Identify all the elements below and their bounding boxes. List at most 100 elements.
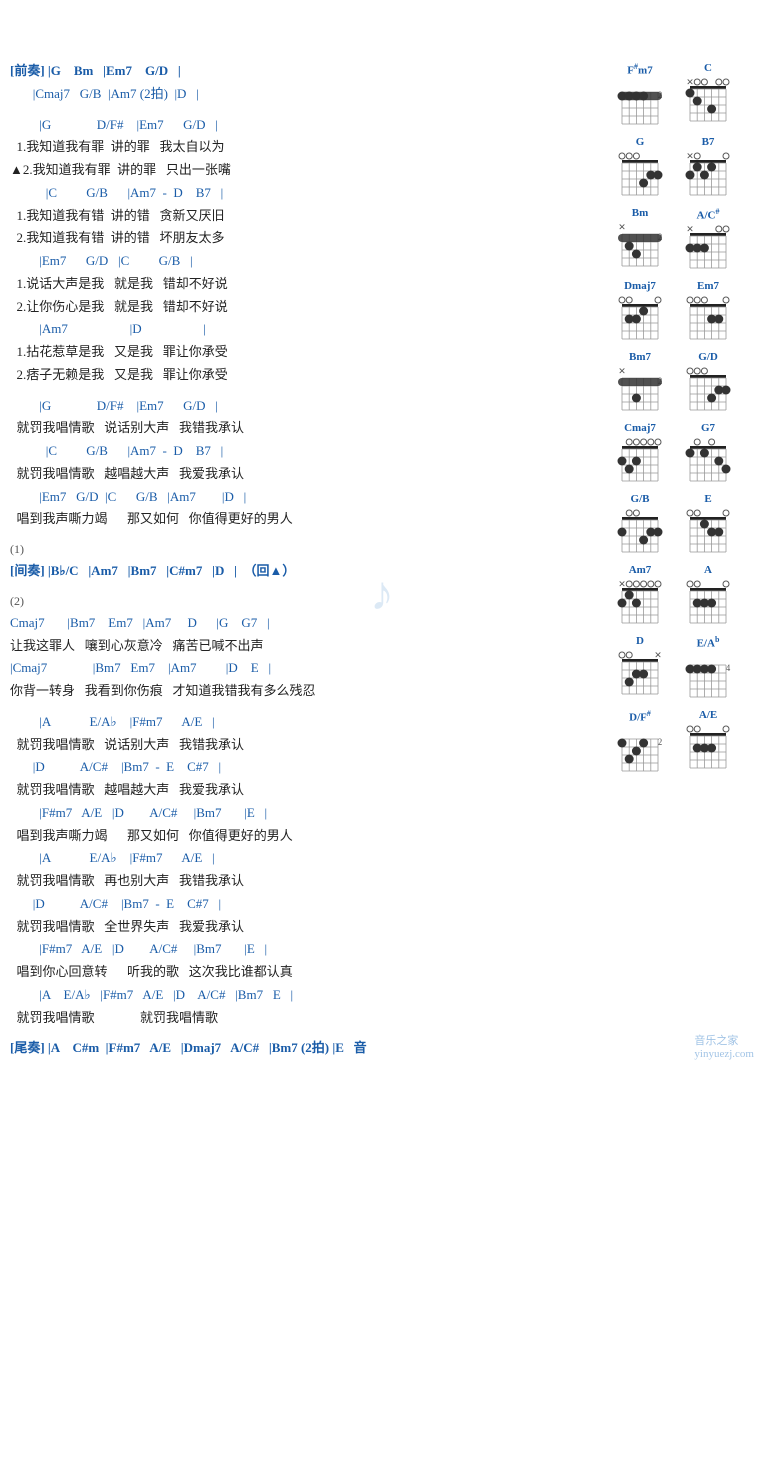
lyric-line: 让我这罪人 嚷到心灰意冷 痛苦已喊不出声 bbox=[10, 635, 600, 658]
diagram-DF: D/F# 2 bbox=[610, 709, 670, 777]
lyric-line: Cmaj7 |Bm7 Em7 |Am7 D |G G7 | bbox=[10, 612, 600, 635]
chord-name: D/F# bbox=[629, 709, 651, 724]
chord-name: G7 bbox=[701, 422, 715, 434]
diagram-G: G bbox=[610, 136, 670, 201]
lyric-line: |Cmaj7 |Bm7 Em7 |Am7 |D E | bbox=[10, 657, 600, 680]
chord-diagram-svg bbox=[614, 149, 666, 201]
empty-line bbox=[10, 387, 600, 395]
lyric-line: |Em7 G/D |C G/B | bbox=[10, 250, 600, 273]
chord-diagram-svg: ✕ bbox=[682, 75, 734, 127]
diagram-AE: A/E bbox=[678, 709, 738, 777]
diagram-row: Cmaj7 G7 bbox=[610, 422, 754, 487]
chord-name: B7 bbox=[702, 136, 715, 148]
lyric-line: 1.拈花惹草是我 又是我 罪让你承受 bbox=[10, 341, 600, 364]
lyric-line: |G D/F# |Em7 G/D | bbox=[10, 114, 600, 137]
chord-name: D bbox=[636, 635, 644, 647]
chord-name: A/E bbox=[699, 709, 717, 721]
chord-name: A/C# bbox=[697, 207, 720, 222]
svg-text:✕: ✕ bbox=[618, 579, 626, 589]
svg-text:✕: ✕ bbox=[686, 151, 694, 161]
lyric-line: [尾奏] |A C#m |F#m7 A/E |Dmaj7 A/C# |Bm7 (… bbox=[10, 1037, 600, 1060]
chord-name: E/Ab bbox=[697, 635, 720, 650]
svg-text:✕: ✕ bbox=[618, 366, 626, 376]
chord-name: E bbox=[704, 493, 711, 505]
lyric-line: |G D/F# |Em7 G/D | bbox=[10, 395, 600, 418]
lyric-line: |A E/A♭ |F#m7 A/E | bbox=[10, 711, 600, 734]
lyric-line: |D A/C# |Bm7 - E C#7 | bbox=[10, 756, 600, 779]
lyric-line: 1.我知道我有错 讲的错 贪新又厌旧 bbox=[10, 205, 600, 228]
chord-diagram-svg: ✕ bbox=[614, 577, 666, 629]
lyric-line: 2.痞子无赖是我 又是我 罪让你承受 bbox=[10, 364, 600, 387]
chord-diagram-svg bbox=[682, 435, 734, 487]
diagram-Am7: Am7✕ bbox=[610, 564, 670, 629]
diagram-D: D✕ bbox=[610, 635, 670, 703]
lyrics-chords: [前奏] |G Bm |Em7 G/D | |Cmaj7 G/B |Am7 (2… bbox=[10, 60, 606, 1060]
chord-name: Cmaj7 bbox=[624, 422, 656, 434]
diagram-row: F#m72C✕ bbox=[610, 62, 754, 130]
lyric-line: |F#m7 A/E |D A/C# |Bm7 |E | bbox=[10, 802, 600, 825]
lyric-line: [间奏] |B♭/C |Am7 |Bm7 |C#m7 |D | （回▲） bbox=[10, 560, 600, 583]
diagram-AC: A/C#✕ bbox=[678, 207, 738, 275]
chord-diagram-svg bbox=[682, 293, 734, 345]
empty-line bbox=[10, 1029, 600, 1037]
lyric-line: 就罚我唱情歌 说话别大声 我错我承认 bbox=[10, 417, 600, 440]
chord-name: G bbox=[636, 136, 645, 148]
diagram-row: D/F# 2 A/E bbox=[610, 709, 754, 777]
lyric-line: [前奏] |G Bm |Em7 G/D | bbox=[10, 60, 600, 83]
lyric-line: 2.我知道我有错 讲的错 坏朋友太多 bbox=[10, 227, 600, 250]
chord-diagram-svg bbox=[682, 506, 734, 558]
lyric-line: |Em7 G/D |C G/B |Am7 |D | bbox=[10, 486, 600, 509]
chord-diagram-svg: 2 bbox=[614, 78, 666, 130]
diagram-row: Am7✕A bbox=[610, 564, 754, 629]
lyric-line: 1.我知道我有罪 讲的罪 我太自以为 bbox=[10, 136, 600, 159]
diagram-row: G/B E bbox=[610, 493, 754, 558]
chord-diagram-svg bbox=[682, 577, 734, 629]
chord-diagram-svg: ✕ bbox=[614, 648, 666, 700]
chord-name: C bbox=[704, 62, 712, 74]
chord-diagrams: F#m72C✕GB7✕Bm2✕A/C#✕Dmaj7Em7Bm72✕G/DCmaj… bbox=[606, 60, 754, 1060]
diagram-A: A bbox=[678, 564, 738, 629]
lyric-line: 就罚我唱情歌 就罚我唱情歌 bbox=[10, 1007, 600, 1030]
empty-line bbox=[10, 106, 600, 114]
lyric-line: 2.让你伤心是我 就是我 错却不好说 bbox=[10, 296, 600, 319]
lyric-line: |A E/A♭ |F#m7 A/E | bbox=[10, 847, 600, 870]
chord-diagram-svg bbox=[614, 435, 666, 487]
chord-diagram-svg: 2 bbox=[614, 725, 666, 777]
chord-name: Am7 bbox=[629, 564, 652, 576]
chord-diagram-svg: 2✕ bbox=[614, 220, 666, 272]
empty-line bbox=[10, 531, 600, 539]
chord-diagram-svg: ✕ bbox=[682, 149, 734, 201]
svg-text:✕: ✕ bbox=[654, 650, 662, 660]
empty-line bbox=[10, 703, 600, 711]
chord-diagram-svg bbox=[682, 364, 734, 416]
diagram-B7: B7 ✕ bbox=[678, 136, 738, 201]
diagram-E: E bbox=[678, 493, 738, 558]
svg-text:✕: ✕ bbox=[618, 222, 626, 232]
svg-text:✕: ✕ bbox=[686, 224, 694, 234]
chord-diagram-svg bbox=[682, 722, 734, 774]
diagram-C: C✕ bbox=[678, 62, 738, 130]
lyric-line: |Am7 |D | bbox=[10, 318, 600, 341]
diagram-GD: G/D bbox=[678, 351, 738, 416]
chord-name: Em7 bbox=[697, 280, 719, 292]
diagram-row: D✕E/Ab4 bbox=[610, 635, 754, 703]
svg-text:✕: ✕ bbox=[686, 77, 694, 87]
chord-diagram-svg bbox=[614, 293, 666, 345]
diagram-Dmaj7: Dmaj7 bbox=[610, 280, 670, 345]
chord-diagram-svg: 4 bbox=[682, 651, 734, 703]
lyric-line: 1.说话大声是我 就是我 错却不好说 bbox=[10, 273, 600, 296]
diagram-row: Dmaj7 Em7 bbox=[610, 280, 754, 345]
diagram-row: Bm2✕A/C#✕ bbox=[610, 207, 754, 275]
diagram-row: G B7 ✕ bbox=[610, 136, 754, 201]
diagram-Cmaj7: Cmaj7 bbox=[610, 422, 670, 487]
lyric-line: 就罚我唱情歌 全世界失声 我爱我承认 bbox=[10, 916, 600, 939]
diagram-Em7: Em7 bbox=[678, 280, 738, 345]
diagram-grid: F#m72C✕GB7✕Bm2✕A/C#✕Dmaj7Em7Bm72✕G/DCmaj… bbox=[610, 62, 754, 777]
lyric-line: |C G/B |Am7 - D B7 | bbox=[10, 440, 600, 463]
lyric-line: ▲2.我知道我有罪 讲的罪 只出一张嘴 bbox=[10, 159, 600, 182]
lyric-line: |A E/A♭ |F#m7 A/E |D A/C# |Bm7 E | bbox=[10, 984, 600, 1007]
svg-text:2: 2 bbox=[658, 737, 663, 747]
chord-diagram-svg: 2✕ bbox=[614, 364, 666, 416]
chord-name: G/B bbox=[631, 493, 650, 505]
lyric-line: (1) bbox=[10, 539, 600, 560]
